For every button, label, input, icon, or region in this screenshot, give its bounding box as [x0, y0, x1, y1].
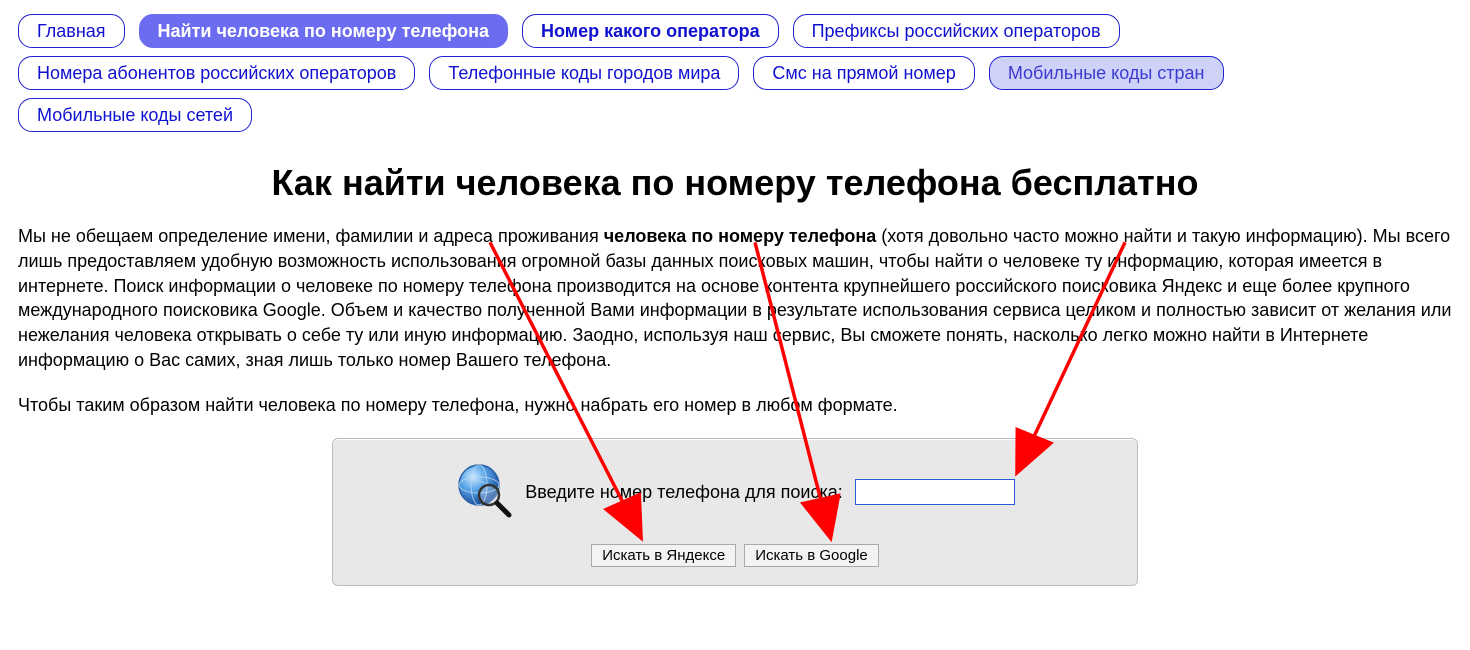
- nav-item-3[interactable]: Префиксы российских операторов: [793, 14, 1120, 48]
- page: Главная Найти человека по номеру телефона…: [0, 0, 1470, 606]
- nav-item-4[interactable]: Номера абонентов российских операторов: [18, 56, 415, 90]
- search-section: Введите номер телефона для поиска: Искат…: [18, 438, 1452, 586]
- search-buttons: Искать в Яндексе Искать в Google: [365, 544, 1105, 567]
- nav-item-8[interactable]: Мобильные коды сетей: [18, 98, 252, 132]
- search-yandex-button[interactable]: Искать в Яндексе: [591, 544, 736, 567]
- nav-item-5[interactable]: Телефонные коды городов мира: [429, 56, 739, 90]
- nav-item-6[interactable]: Смс на прямой номер: [753, 56, 974, 90]
- search-google-button[interactable]: Искать в Google: [744, 544, 879, 567]
- top-nav: Главная Найти человека по номеру телефона…: [18, 14, 1452, 132]
- instruction-paragraph: Чтобы таким образом найти человека по но…: [18, 393, 1452, 418]
- nav-item-1[interactable]: Найти человека по номеру телефона: [139, 14, 509, 48]
- phone-input[interactable]: [855, 479, 1015, 505]
- nav-item-2[interactable]: Номер какого оператора: [522, 14, 779, 48]
- search-row: Введите номер телефона для поиска:: [365, 461, 1105, 524]
- intro-text-before: Мы не обещаем определение имени, фамилии…: [18, 226, 604, 246]
- content: Мы не обещаем определение имени, фамилии…: [18, 224, 1452, 418]
- nav-item-0[interactable]: Главная: [18, 14, 125, 48]
- search-label: Введите номер телефона для поиска:: [525, 482, 843, 503]
- intro-paragraph: Мы не обещаем определение имени, фамилии…: [18, 224, 1452, 373]
- intro-strong: человека по номеру телефона: [604, 226, 877, 246]
- page-title: Как найти человека по номеру телефона бе…: [18, 162, 1452, 204]
- nav-item-7[interactable]: Мобильные коды стран: [989, 56, 1224, 90]
- search-box: Введите номер телефона для поиска: Искат…: [332, 438, 1138, 586]
- intro-text-after: (хотя довольно часто можно найти и такую…: [18, 226, 1451, 370]
- globe-search-icon: [455, 461, 513, 524]
